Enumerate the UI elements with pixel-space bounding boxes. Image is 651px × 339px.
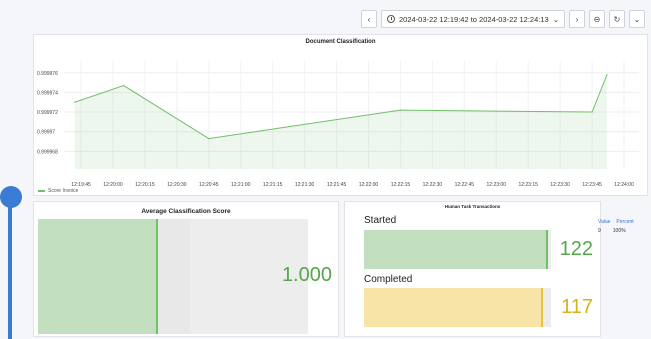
refresh-button[interactable]: ↻	[609, 10, 625, 28]
x-tick-label: 12:22:15	[391, 182, 411, 188]
mini-table-row: 9 100%	[598, 228, 634, 234]
value-column-header[interactable]: Value	[598, 219, 610, 225]
chevron-left-icon: ‹	[367, 14, 371, 24]
completed-bar-fill	[364, 288, 543, 327]
gauge-fill	[38, 219, 159, 334]
time-range-label: 2024-03-22 12:19:42 to 2024-03-22 12:24:…	[398, 14, 549, 24]
y-tick-label: 0.999976	[37, 71, 58, 77]
legend-swatch	[38, 190, 45, 192]
legend-label: Score Invoice	[48, 188, 79, 194]
started-label: Started	[364, 215, 397, 226]
decorative-line	[8, 200, 12, 339]
started-value: 122	[559, 238, 593, 260]
x-tick-label: 12:20:00	[103, 182, 123, 188]
series-point[interactable]	[123, 84, 125, 87]
y-tick-label: 0.99997	[37, 130, 55, 136]
document-classification-panel: Document Classification 0.999976 0.999974…	[33, 34, 648, 196]
x-tick-label: 12:21:00	[231, 182, 251, 188]
mini-table-header: Value Percent	[598, 219, 634, 225]
mini-table: Value Percent 9 100%	[598, 219, 634, 234]
completed-label: Completed	[364, 274, 413, 285]
zoom-out-button[interactable]: ⊖	[589, 10, 605, 28]
average-classification-panel: Average Classification Score 1.000	[33, 201, 339, 337]
x-tick-label: 12:24:00	[614, 182, 634, 188]
prev-time-button[interactable]: ‹	[360, 10, 377, 28]
x-tick-label: 12:21:45	[327, 182, 347, 188]
chevron-right-icon: ›	[575, 14, 579, 24]
panel-title: Average Classification Score	[141, 208, 231, 215]
next-time-button[interactable]: ›	[569, 10, 585, 28]
y-tick-label: 0.999974	[37, 90, 58, 96]
x-tick-label: 12:23:45	[582, 182, 602, 188]
x-tick-label: 12:21:15	[263, 182, 283, 188]
series-point[interactable]	[74, 101, 76, 103]
average-score-value: 1.000	[281, 264, 332, 286]
time-toolbar: ‹ 2024-03-22 12:19:42 to 2024-03-22 12:2…	[360, 10, 645, 28]
human-task-panel: Human Task Transactions Started 122 Comp…	[344, 201, 601, 337]
x-tick-label: 12:20:30	[167, 182, 187, 188]
x-tick-label: 12:20:15	[135, 182, 155, 188]
series-point[interactable]	[399, 109, 402, 111]
panel-title: Human Task Transactions	[444, 204, 501, 209]
series-point[interactable]	[591, 111, 593, 113]
y-tick-label: 0.999972	[37, 110, 58, 116]
x-tick-label: 12:22:00	[359, 182, 379, 188]
zoom-out-icon: ⊖	[593, 14, 601, 24]
refresh-options-button[interactable]: ⌄	[629, 10, 645, 28]
percent-column-header[interactable]: Percent	[616, 219, 633, 225]
x-tick-label: 12:23:30	[550, 182, 570, 188]
row-percent: 100%	[612, 228, 626, 234]
chart-legend[interactable]: Score Invoice	[38, 188, 78, 194]
x-tick-label: 12:21:30	[295, 182, 315, 188]
document-classification-chart: 0.999976 0.999974 0.999972 0.99997 0.999968 1…	[37, 61, 639, 188]
chevron-down-icon: ⌄	[552, 14, 559, 24]
completed-value: 117	[561, 296, 593, 318]
refresh-icon: ↻	[613, 14, 621, 24]
series-point[interactable]	[606, 74, 608, 76]
series-point[interactable]	[208, 137, 210, 140]
x-tick-label: 12:23:00	[487, 182, 507, 188]
clock-icon	[386, 15, 395, 23]
x-tick-label: 12:22:30	[423, 182, 443, 188]
chevron-down-icon: ⌄	[633, 14, 641, 24]
x-tick-label: 12:22:45	[455, 182, 475, 188]
row-value: 9	[598, 228, 601, 234]
x-tick-label: 12:23:15	[518, 182, 538, 188]
series-area	[74, 74, 607, 169]
y-tick-label: 0.999968	[37, 149, 58, 155]
x-tick-label: 12:20:45	[199, 182, 219, 188]
started-bar-fill	[364, 230, 549, 269]
time-range-picker[interactable]: 2024-03-22 12:19:42 to 2024-03-22 12:24:…	[380, 10, 565, 28]
